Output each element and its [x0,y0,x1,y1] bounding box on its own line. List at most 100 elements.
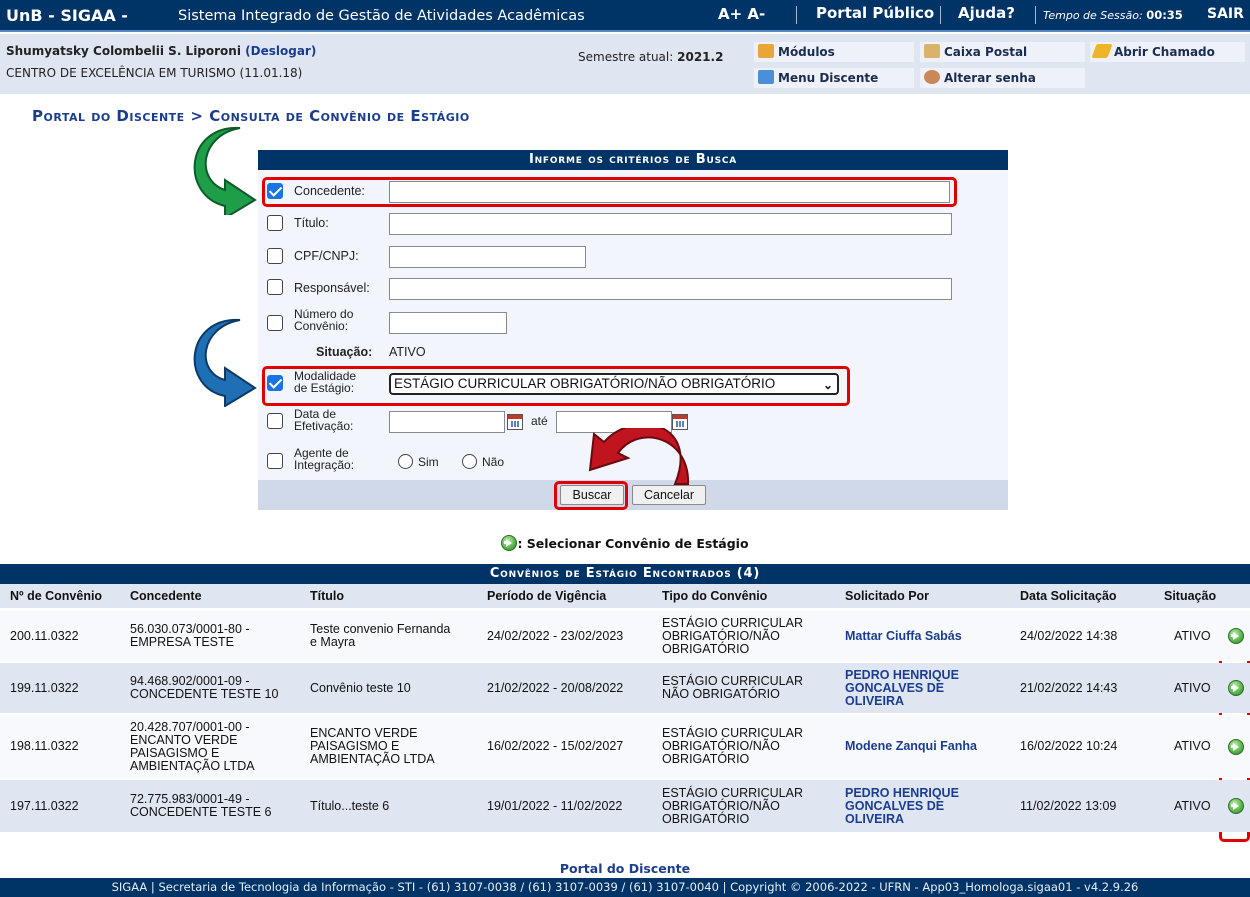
cancelar-button[interactable]: Cancelar [632,485,706,505]
cell-data: 11/02/2022 13:09 [1020,798,1117,813]
col-situacao: Situação [1164,589,1217,603]
abrir-chamado-menu[interactable]: Abrir Chamado [1090,42,1245,62]
semester-label: Semestre atual: [578,50,674,64]
agente-label-line2: Integração: [294,458,355,472]
titulo-checkbox[interactable] [267,215,283,231]
cell-numero: 200.11.0322 [10,628,79,643]
table-row: 199.11.0322 94.468.902/0001-09 - CONCEDENT… [0,663,1250,713]
app-subtitle: Sistema Integrado de Gestão de Atividade… [178,8,585,24]
cell-periodo: 16/02/2022 - 15/02/2027 [487,739,624,753]
cell-line: PEDRO HENRIQUE [845,667,959,682]
cell-line: Título...teste 6 [310,798,390,813]
portal-publico-link[interactable]: Portal Público [816,4,934,22]
select-convenio-icon[interactable] [1228,798,1244,814]
cell-solicitado[interactable]: Mattar Ciuffa Sabás [845,628,962,643]
highlight-concedente [262,177,957,207]
responsavel-checkbox[interactable] [267,279,283,295]
cell-line: OLIVEIRA [845,811,905,826]
table-row: 197.11.0322 72.775.983/0001-49 - CONCEDENT… [0,780,1250,832]
select-convenio-icon[interactable] [1228,738,1244,755]
cpf-label: CPF/CNPJ: [294,249,359,263]
cell-line: GONCALVES DE [845,680,945,695]
numero-input[interactable] [389,312,507,334]
session-time: 00:35 [1146,8,1183,22]
search-form-title: Informe os critérios de Busca [258,150,1008,170]
mailbox-icon [924,44,940,58]
responsavel-input[interactable] [389,278,952,300]
cell-line: Mattar Ciuffa Sabás [845,628,962,643]
cell-line: OBRIGATÓRIO [662,641,750,656]
cell-solicitado[interactable]: Modene Zanqui Fanha [845,740,977,753]
portal-discente-link[interactable]: Portal do Discente [0,861,1250,876]
cell-line: OBRIGATÓRIO/NÃO [662,798,780,813]
numero-label: Número do Convênio: [294,308,353,332]
cell-line: CONCEDENTE TESTE 6 [130,805,272,819]
numero-checkbox[interactable] [267,315,283,331]
cell-line: PEDRO HENRIQUE [845,785,959,800]
modulos-menu[interactable]: Módulos [754,42,914,62]
cell-solicitado[interactable]: PEDRO HENRIQUE GONCALVES DE OLIVEIRA [845,785,959,826]
select-convenio-icon[interactable] [1228,680,1244,696]
results-title: Convênios de Estágio Encontrados (4) [0,564,1250,584]
cell-situacao: ATIVO [1174,798,1211,813]
cell-periodo: 19/01/2022 - 11/02/2022 [487,798,623,813]
blue-curved-arrow-icon [193,318,257,407]
logout-button[interactable]: SAIR [1207,6,1244,22]
session-label: Tempo de Sessão: [1043,9,1143,22]
cpf-checkbox[interactable] [267,248,283,264]
situacao-label: Situação: [316,345,373,359]
deslogar-link[interactable]: (Deslogar) [245,44,316,58]
cell-numero: 197.11.0322 [10,798,79,813]
col-titulo: Título [310,589,345,603]
cell-line: OLIVEIRA [845,693,905,708]
cpf-input[interactable] [389,246,586,268]
cell-data: 24/02/2022 14:38 [1020,628,1118,643]
cell-line: ESTÁGIO CURRICULAR [662,615,803,630]
sim-label: Sim [418,455,439,469]
cell-numero: 199.11.0322 [10,680,79,695]
cell-line: EMPRESA TESTE [130,635,234,649]
cell-line: ENCANTO VERDE [130,732,238,747]
data-checkbox[interactable] [267,413,283,429]
divider [1035,6,1036,24]
footer-bar: SIGAA | Secretaria de Tecnologia da Info… [0,878,1250,897]
help-link[interactable]: Ajuda? [958,4,1015,22]
cell-concedente: 56.030.073/0001-80 - EMPRESA TESTE [130,623,250,649]
caixa-postal-label: Caixa Postal [944,45,1028,59]
modulos-label: Módulos [778,45,835,59]
cell-solicitado[interactable]: PEDRO HENRIQUE GONCALVES DE OLIVEIRA [845,667,959,708]
cell-line: NÃO OBRIGATÓRIO [662,687,780,701]
alterar-senha-label: Alterar senha [944,71,1036,85]
menu-discente[interactable]: Menu Discente [754,68,914,88]
app-brand: UnB - SIGAA - [6,6,128,25]
data-label-line2: Efetivação: [294,419,354,433]
col-numero: Nº de Convênio [10,589,103,603]
ate-label: até [531,414,548,428]
col-periodo: Período de Vigência [487,589,607,603]
data-inicio-input[interactable] [389,411,505,433]
abrir-chamado-label: Abrir Chamado [1114,45,1215,59]
modules-icon [758,44,774,58]
cell-line: OBRIGATÓRIO [662,811,750,826]
font-size-controls[interactable]: A+ A- [718,5,765,23]
cell-line: OBRIGATÓRIO [662,752,750,766]
agente-checkbox[interactable] [267,453,283,469]
responsavel-label: Responsável: [294,281,370,295]
cell-line: AMBIENTAÇÃO LTDA [130,758,255,773]
user-unit: CENTRO DE EXCELÊNCIA EM TURISMO (11.01.1… [6,66,303,80]
results-column-header: Nº de Convênio Concedente Título Período… [0,584,1250,608]
caixa-postal-menu[interactable]: Caixa Postal [920,42,1085,62]
semester-info: Semestre atual: 2021.2 [578,50,723,64]
cell-titulo: Convênio teste 10 [310,681,411,695]
select-convenio-icon[interactable] [1228,628,1244,644]
alterar-senha-menu[interactable]: Alterar senha [920,68,1085,88]
calendar-icon[interactable] [507,414,523,430]
red-curved-arrow-icon [588,428,690,485]
legend-text: : Selecionar Convênio de Estágio [517,536,749,551]
agente-nao-radio[interactable] [462,454,477,469]
agente-sim-radio[interactable] [398,454,413,469]
menu-tree-icon [758,70,774,84]
cell-situacao: ATIVO [1174,680,1211,695]
titulo-input[interactable] [389,213,952,235]
session-timer: Tempo de Sessão: 00:35 [1043,8,1183,22]
